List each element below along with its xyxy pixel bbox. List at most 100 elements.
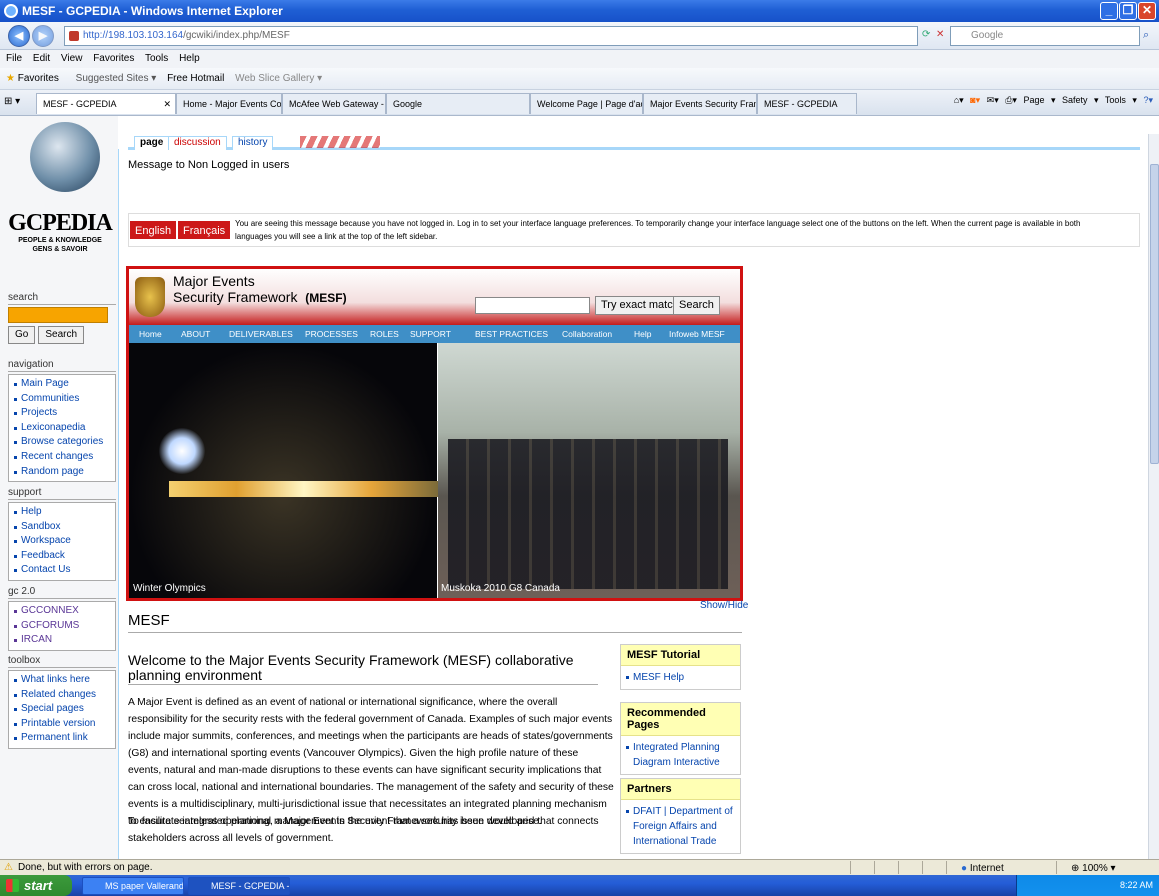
tab-history[interactable]: history	[232, 136, 274, 150]
bnav-help[interactable]: Help	[634, 325, 651, 343]
bnav-best-practices[interactable]: BEST PRACTICES	[475, 325, 548, 343]
quick-tabs-icon[interactable]: ⊞ ▾	[4, 96, 20, 107]
page-menu[interactable]: Page ▾	[1023, 95, 1055, 105]
back-button[interactable]: ◀	[8, 25, 30, 47]
print-icon[interactable]: ⎙▾	[1005, 95, 1017, 105]
english-button[interactable]: English	[129, 220, 178, 240]
menu-tools[interactable]: Tools	[145, 53, 168, 64]
security-zone[interactable]: ● Internet	[946, 861, 1056, 874]
wiki-search-button[interactable]: Search	[38, 326, 85, 344]
tool-permanent-link[interactable]: Permanent link	[13, 731, 111, 746]
tab-close-icon[interactable]: ✕	[163, 94, 171, 114]
tab-mesf-gcpedia-active[interactable]: MESF - GCPEDIA ✕	[36, 93, 176, 114]
clock: 8:22 AM	[1119, 880, 1153, 890]
search-icon[interactable]: ⌕	[1143, 29, 1149, 42]
menu-favorites[interactable]: Favorites	[93, 53, 134, 64]
feeds-icon[interactable]: ◙▾	[970, 95, 980, 105]
show-hide-link[interactable]: Show/Hide	[700, 600, 748, 611]
mesf-help-link[interactable]: MESF Help	[621, 666, 740, 689]
tab-major-events-coordination[interactable]: Home - Major Events Coordi...	[176, 93, 282, 114]
menu-file[interactable]: File	[6, 53, 22, 64]
nav-browse-categories[interactable]: Browse categories	[13, 435, 111, 450]
nav-communities[interactable]: Communities	[13, 392, 111, 407]
minimize-button[interactable]: _	[1100, 2, 1118, 20]
taskbar-word-document[interactable]: MS paper Vallerand M...	[82, 877, 184, 895]
bnav-roles[interactable]: ROLES	[370, 325, 399, 343]
wiki-search-input[interactable]	[8, 307, 108, 323]
refresh-icon[interactable]: ⟳	[922, 29, 930, 40]
fav-free-hotmail[interactable]: Free Hotmail	[167, 73, 224, 84]
menu-view[interactable]: View	[61, 53, 83, 64]
nav-projects[interactable]: Projects	[13, 406, 111, 421]
tool-what-links-here[interactable]: What links here	[13, 673, 111, 688]
warning-icon[interactable]: ⚠	[4, 860, 13, 875]
bnav-support[interactable]: SUPPORT	[410, 325, 451, 343]
menu-edit[interactable]: Edit	[33, 53, 50, 64]
support-feedback[interactable]: Feedback	[13, 549, 111, 564]
nav-main-page[interactable]: Main Page	[13, 377, 111, 392]
read-mail-icon[interactable]: ✉▾	[987, 95, 999, 105]
support-contact-us[interactable]: Contact Us	[13, 563, 111, 578]
support-workspace[interactable]: Workspace	[13, 534, 111, 549]
tools-menu[interactable]: Tools ▾	[1105, 95, 1137, 105]
banner-search-button[interactable]: Search	[673, 296, 720, 315]
tab-mesf-gcpedia[interactable]: MESF - GCPEDIA	[757, 93, 857, 114]
favorites-bar: ★ Favorites Suggested Sites ▾ Free Hotma…	[0, 68, 1159, 90]
bnav-processes[interactable]: PROCESSES	[305, 325, 358, 343]
bnav-infoweb-mesf[interactable]: Infoweb MESF	[669, 325, 725, 343]
tool-related-changes[interactable]: Related changes	[13, 688, 111, 703]
tool-printable-version[interactable]: Printable version	[13, 717, 111, 732]
gc-ircan[interactable]: IRCAN	[13, 633, 111, 648]
go-button[interactable]: Go	[8, 326, 36, 344]
francais-button[interactable]: Français	[177, 220, 232, 240]
start-button[interactable]: start	[0, 875, 72, 896]
tab-page[interactable]: page	[134, 136, 170, 150]
support-help[interactable]: Help	[13, 505, 111, 520]
close-button[interactable]: ✕	[1138, 2, 1156, 20]
bnav-deliverables[interactable]: DELIVERABLES	[229, 325, 293, 343]
integrated-planning-link[interactable]: Integrated Planning Diagram Interactive	[621, 736, 740, 774]
tab-mcafee-web-gateway[interactable]: McAfee Web Gateway - Noti...	[282, 93, 386, 114]
fav-web-slice-gallery[interactable]: Web Slice Gallery ▾	[235, 73, 322, 84]
favorites-button[interactable]: Favorites	[18, 73, 59, 84]
banner-title-line2: Security Framework (MESF)	[173, 289, 347, 305]
mesf-tutorial-box: MESF Tutorial MESF Help	[620, 644, 741, 690]
nav-lexiconapedia[interactable]: Lexiconapedia	[13, 421, 111, 436]
safety-menu[interactable]: Safety ▾	[1062, 95, 1099, 105]
fav-suggested-sites[interactable]: Suggested Sites ▾	[76, 73, 157, 84]
maximize-button[interactable]: ❐	[1119, 2, 1137, 20]
nav-recent-changes[interactable]: Recent changes	[13, 450, 111, 465]
tab-google[interactable]: Google	[386, 93, 530, 114]
bnav-collaboration[interactable]: Collaboration	[562, 325, 612, 343]
scrollbar-thumb[interactable]	[1150, 164, 1159, 464]
help-icon[interactable]: ?▾	[1143, 95, 1153, 105]
gc-gcforums[interactable]: GCFORUMS	[13, 619, 111, 634]
banner-search-input[interactable]	[475, 297, 590, 314]
dfait-link[interactable]: DFAIT | Department of Foreign Affairs an…	[621, 800, 740, 853]
tab-welcome-page[interactable]: Welcome Page | Page d'accueil	[530, 93, 643, 114]
bnav-about[interactable]: ABOUT	[181, 325, 210, 343]
web-search-input[interactable]: Google	[950, 26, 1140, 46]
gcpedia-logo-text[interactable]: GCPEDIA	[4, 210, 116, 237]
tab-major-events-security-framework[interactable]: Major Events Security Frame...	[643, 93, 757, 114]
bnav-home[interactable]: Home	[139, 325, 162, 343]
stop-icon[interactable]: ✕	[936, 29, 944, 40]
support-heading: support	[8, 487, 116, 500]
home-icon[interactable]: ⌂▾	[954, 95, 964, 105]
tool-special-pages[interactable]: Special pages	[13, 702, 111, 717]
page-favicon-icon	[69, 31, 79, 41]
address-bar[interactable]: http://198.103.103.164/gcwiki/index.php/…	[64, 26, 918, 46]
tab-discussion[interactable]: discussion	[168, 136, 227, 150]
try-exact-match-button[interactable]: Try exact match	[595, 296, 685, 315]
support-sandbox[interactable]: Sandbox	[13, 520, 111, 535]
taskbar-ie-window[interactable]: MESF - GCPEDIA - Wi...	[188, 877, 290, 895]
forward-button[interactable]: ▶	[32, 25, 54, 47]
gcpedia-globe-logo[interactable]	[30, 122, 100, 192]
gc-gcconnex[interactable]: GCCONNEX	[13, 604, 111, 619]
zoom-level[interactable]: ⊕ 100% ▾	[1056, 861, 1159, 874]
vertical-scrollbar[interactable]	[1148, 134, 1159, 859]
menu-help[interactable]: Help	[179, 53, 200, 64]
nav-random-page[interactable]: Random page	[13, 465, 111, 480]
command-bar: ⌂▾ ◙▾ ✉▾ ⎙▾ Page ▾ Safety ▾ Tools ▾ ?▾	[954, 95, 1153, 106]
recommended-pages-box: Recommended Pages Integrated Planning Di…	[620, 702, 741, 775]
